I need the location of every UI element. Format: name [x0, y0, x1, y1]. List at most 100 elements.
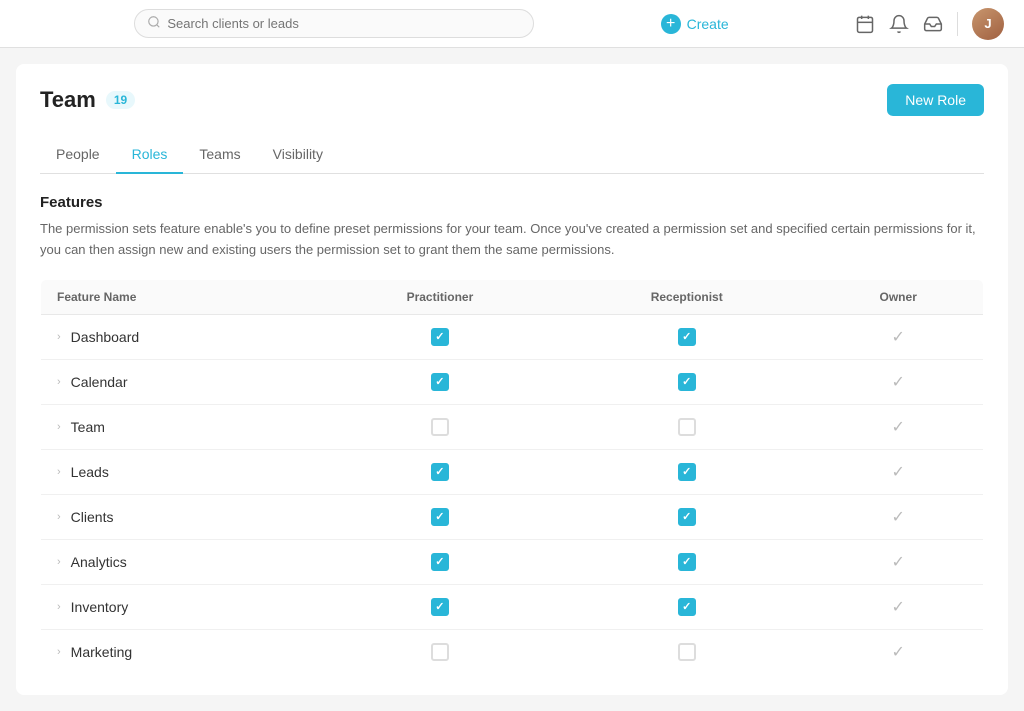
table-row: › Inventory ✓ — [41, 584, 984, 629]
practitioner-cell[interactable] — [320, 404, 560, 449]
owner-cell[interactable]: ✓ — [813, 494, 983, 539]
practitioner-checkbox[interactable] — [431, 463, 449, 481]
chevron-down-icon[interactable]: › — [57, 601, 61, 613]
owner-cell[interactable]: ✓ — [813, 314, 983, 359]
owner-check-icon[interactable]: ✓ — [829, 462, 967, 482]
avatar[interactable]: J — [972, 8, 1004, 40]
tab-roles[interactable]: Roles — [116, 136, 184, 174]
table-row: › Marketing ✓ — [41, 629, 984, 674]
inbox-icon-btn[interactable] — [923, 14, 943, 34]
calendar-icon-btn[interactable] — [855, 14, 875, 34]
receptionist-cell[interactable] — [560, 584, 813, 629]
features-section: Features The permission sets feature ena… — [40, 194, 984, 675]
chevron-down-icon[interactable]: › — [57, 646, 61, 658]
receptionist-checkbox[interactable] — [678, 463, 696, 481]
nav-icons: J — [855, 8, 1004, 40]
page-title-group: Team 19 — [40, 87, 135, 113]
page-header: Team 19 New Role — [40, 84, 984, 116]
main-content: Team 19 New Role People Roles Teams Visi… — [16, 64, 1008, 695]
create-plus-icon: + — [661, 14, 681, 34]
tab-people[interactable]: People — [40, 136, 116, 174]
receptionist-cell[interactable] — [560, 359, 813, 404]
col-feature-name: Feature Name — [41, 279, 320, 314]
receptionist-cell[interactable] — [560, 404, 813, 449]
practitioner-cell[interactable] — [320, 584, 560, 629]
col-receptionist: Receptionist — [560, 279, 813, 314]
table-row: › Clients ✓ — [41, 494, 984, 539]
search-bar[interactable] — [134, 9, 534, 38]
practitioner-checkbox[interactable] — [431, 328, 449, 346]
receptionist-cell[interactable] — [560, 629, 813, 674]
chevron-down-icon[interactable]: › — [57, 376, 61, 388]
owner-check-icon[interactable]: ✓ — [829, 327, 967, 347]
owner-cell[interactable]: ✓ — [813, 629, 983, 674]
owner-cell[interactable]: ✓ — [813, 539, 983, 584]
owner-cell[interactable]: ✓ — [813, 359, 983, 404]
owner-check-icon[interactable]: ✓ — [829, 507, 967, 527]
practitioner-checkbox[interactable] — [431, 418, 449, 436]
table-row: › Calendar ✓ — [41, 359, 984, 404]
practitioner-checkbox[interactable] — [431, 553, 449, 571]
feature-name-label: Dashboard — [71, 329, 140, 345]
table-row: › Analytics ✓ — [41, 539, 984, 584]
create-button[interactable]: + Create — [661, 14, 729, 34]
owner-check-icon[interactable]: ✓ — [829, 642, 967, 662]
team-count-badge: 19 — [106, 91, 135, 109]
chevron-down-icon[interactable]: › — [57, 331, 61, 343]
owner-check-icon[interactable]: ✓ — [829, 417, 967, 437]
table-row: › Leads ✓ — [41, 449, 984, 494]
page-title: Team — [40, 87, 96, 113]
receptionist-checkbox[interactable] — [678, 643, 696, 661]
table-row: › Dashboard ✓ — [41, 314, 984, 359]
receptionist-cell[interactable] — [560, 494, 813, 539]
create-label: Create — [687, 16, 729, 32]
permissions-table: Feature Name Practitioner Receptionist O… — [40, 279, 984, 675]
receptionist-checkbox[interactable] — [678, 328, 696, 346]
practitioner-cell[interactable] — [320, 359, 560, 404]
practitioner-cell[interactable] — [320, 539, 560, 584]
practitioner-cell[interactable] — [320, 314, 560, 359]
chevron-down-icon[interactable]: › — [57, 511, 61, 523]
new-role-button[interactable]: New Role — [887, 84, 984, 116]
practitioner-checkbox[interactable] — [431, 598, 449, 616]
owner-check-icon[interactable]: ✓ — [829, 552, 967, 572]
feature-name-label: Analytics — [71, 554, 127, 570]
practitioner-cell[interactable] — [320, 449, 560, 494]
owner-cell[interactable]: ✓ — [813, 404, 983, 449]
receptionist-cell[interactable] — [560, 449, 813, 494]
col-owner: Owner — [813, 279, 983, 314]
owner-check-icon[interactable]: ✓ — [829, 372, 967, 392]
receptionist-cell[interactable] — [560, 539, 813, 584]
tab-teams[interactable]: Teams — [183, 136, 256, 174]
search-input[interactable] — [167, 16, 521, 31]
receptionist-cell[interactable] — [560, 314, 813, 359]
chevron-down-icon[interactable]: › — [57, 421, 61, 433]
feature-name-label: Marketing — [71, 644, 132, 660]
chevron-down-icon[interactable]: › — [57, 556, 61, 568]
receptionist-checkbox[interactable] — [678, 598, 696, 616]
topnav: + Create J — [0, 0, 1024, 48]
receptionist-checkbox[interactable] — [678, 373, 696, 391]
practitioner-checkbox[interactable] — [431, 373, 449, 391]
search-icon — [147, 15, 161, 32]
receptionist-checkbox[interactable] — [678, 508, 696, 526]
practitioner-checkbox[interactable] — [431, 508, 449, 526]
tabs: People Roles Teams Visibility — [40, 136, 984, 174]
col-practitioner: Practitioner — [320, 279, 560, 314]
feature-name-label: Clients — [71, 509, 114, 525]
owner-cell[interactable]: ✓ — [813, 584, 983, 629]
tab-visibility[interactable]: Visibility — [257, 136, 339, 174]
nav-divider — [957, 12, 958, 36]
feature-name-label: Leads — [71, 464, 109, 480]
feature-name-label: Inventory — [71, 599, 129, 615]
features-title: Features — [40, 194, 984, 211]
owner-check-icon[interactable]: ✓ — [829, 597, 967, 617]
practitioner-checkbox[interactable] — [431, 643, 449, 661]
practitioner-cell[interactable] — [320, 629, 560, 674]
bell-icon-btn[interactable] — [889, 14, 909, 34]
practitioner-cell[interactable] — [320, 494, 560, 539]
chevron-down-icon[interactable]: › — [57, 466, 61, 478]
receptionist-checkbox[interactable] — [678, 418, 696, 436]
owner-cell[interactable]: ✓ — [813, 449, 983, 494]
receptionist-checkbox[interactable] — [678, 553, 696, 571]
